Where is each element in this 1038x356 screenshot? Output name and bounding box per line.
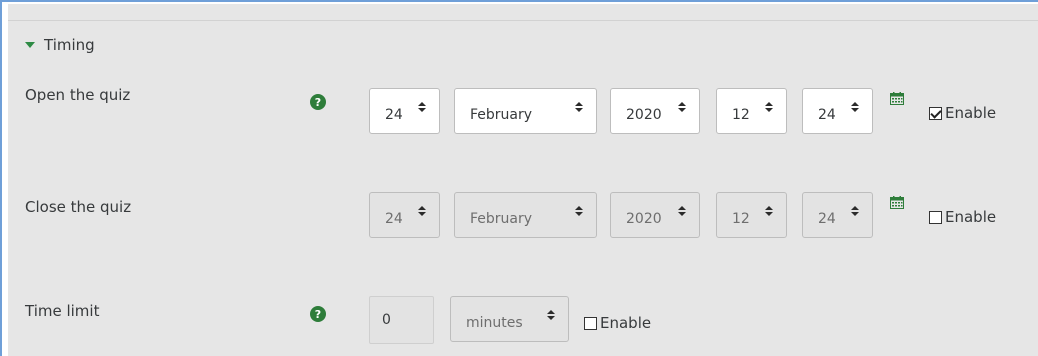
sort-arrows-icon — [765, 206, 773, 216]
close-year-select[interactable]: 2020 — [610, 192, 700, 238]
open-enable-checkbox[interactable]: Enable — [929, 104, 996, 122]
checkbox-unchecked-icon — [929, 210, 942, 224]
checkbox-checked-icon — [929, 106, 942, 120]
open-minute-select[interactable]: 24 — [802, 88, 873, 134]
close-month-select[interactable]: February — [454, 192, 597, 238]
checkbox-unchecked-icon — [584, 316, 597, 330]
sort-arrows-icon — [851, 102, 859, 112]
question-circle-icon[interactable]: ? — [310, 306, 326, 322]
calendar-icon[interactable] — [890, 92, 904, 105]
time-limit-enable-checkbox[interactable]: Enable — [584, 314, 651, 332]
sort-arrows-icon — [547, 310, 555, 320]
section-title: Timing — [44, 36, 95, 54]
sort-arrows-icon — [678, 206, 686, 216]
sort-arrows-icon — [678, 102, 686, 112]
calendar-icon[interactable] — [890, 196, 904, 209]
caret-down-icon — [25, 42, 35, 48]
time-limit-input[interactable] — [369, 296, 434, 344]
close-quiz-label: Close the quiz — [25, 198, 132, 216]
sort-arrows-icon — [851, 206, 859, 216]
open-day-select[interactable]: 24 — [369, 88, 440, 134]
time-limit-label: Time limit — [25, 302, 100, 320]
timing-section-toggle[interactable]: Timing — [25, 34, 95, 56]
close-enable-checkbox[interactable]: Enable — [929, 208, 996, 226]
open-hour-select[interactable]: 12 — [716, 88, 787, 134]
sort-arrows-icon — [418, 206, 426, 216]
question-circle-icon[interactable]: ? — [310, 94, 326, 110]
top-divider — [8, 20, 1038, 21]
sort-arrows-icon — [575, 206, 583, 216]
close-minute-select[interactable]: 24 — [802, 192, 873, 238]
sort-arrows-icon — [765, 102, 773, 112]
open-month-select[interactable]: February — [454, 88, 597, 134]
close-hour-select[interactable]: 12 — [716, 192, 787, 238]
time-limit-unit-select[interactable]: minutes — [450, 296, 569, 342]
sort-arrows-icon — [575, 102, 583, 112]
sort-arrows-icon — [418, 102, 426, 112]
open-quiz-label: Open the quiz — [25, 86, 131, 104]
open-year-select[interactable]: 2020 — [610, 88, 700, 134]
close-day-select[interactable]: 24 — [369, 192, 440, 238]
